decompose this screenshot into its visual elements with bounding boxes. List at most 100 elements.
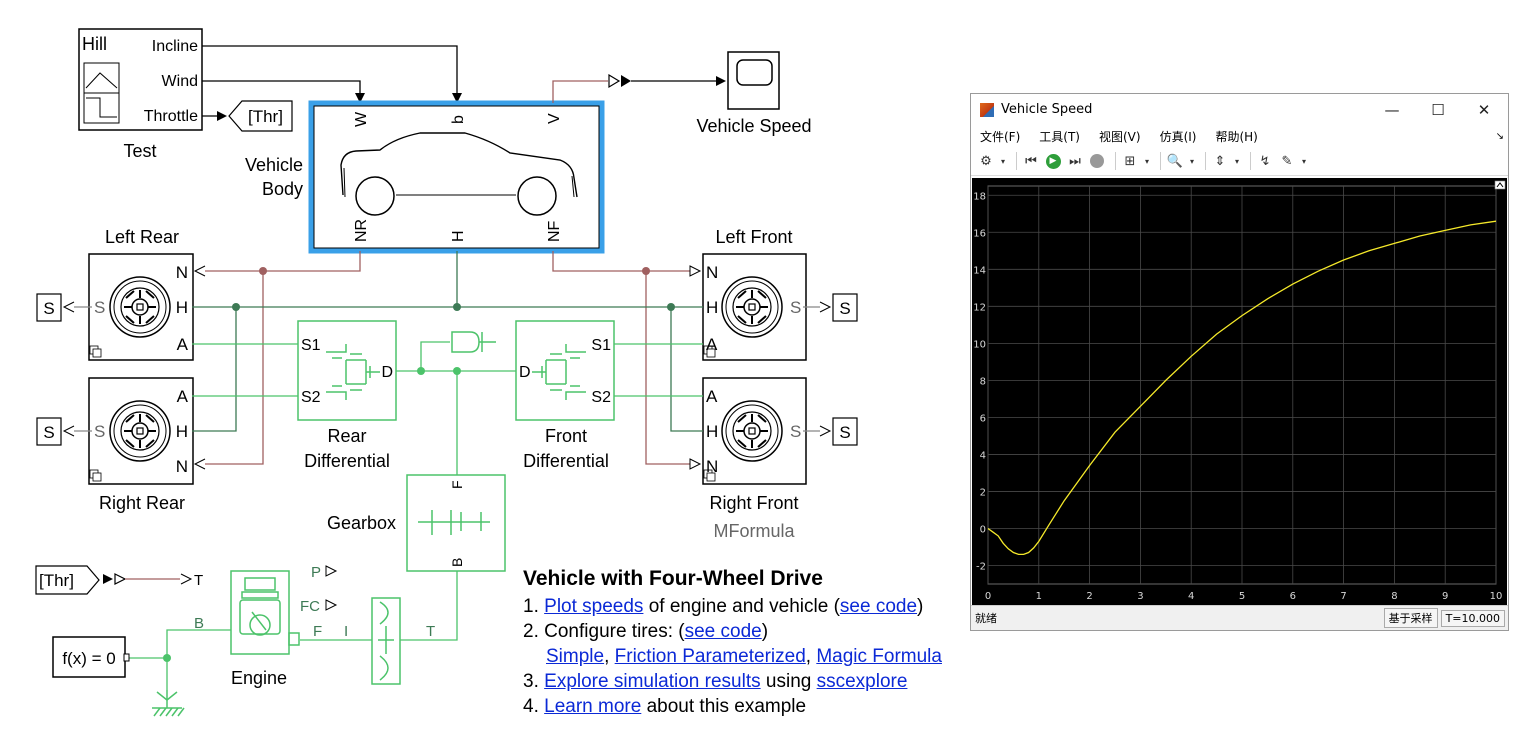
- run-icon[interactable]: ▶: [1044, 152, 1062, 170]
- solver-config-block[interactable]: f(x) = 0: [52, 636, 130, 678]
- scope-titlebar[interactable]: Vehicle Speed — ☐ ✕: [971, 94, 1508, 125]
- settings-gear-icon[interactable]: ⚙: [977, 152, 995, 170]
- clutch-block[interactable]: [371, 597, 401, 685]
- step-back-icon[interactable]: ⏮: [1022, 152, 1040, 170]
- info-line-2b: Simple, Friction Parameterized, Magic Fo…: [523, 644, 993, 669]
- friction-parameterized-link[interactable]: Friction Parameterized: [615, 646, 806, 667]
- example-title: Vehicle with Four-Wheel Drive: [523, 567, 823, 590]
- hill-test-block[interactable]: Hill Incline Wind Throttle Test: [78, 28, 205, 161]
- engine-port-t: T: [426, 623, 435, 640]
- port-wind: Wind: [162, 73, 198, 90]
- menu-simulation[interactable]: 仿真(I): [1160, 128, 1197, 145]
- engine-port-fc: FC: [300, 598, 320, 615]
- y-tick-label: 0: [980, 524, 986, 535]
- magic-formula-link[interactable]: Magic Formula: [816, 646, 942, 667]
- simple-link[interactable]: Simple: [546, 646, 604, 667]
- right-front-tire-block[interactable]: A H N S Right Front MFormula: [702, 377, 807, 541]
- sensor-s-lf[interactable]: S: [803, 293, 858, 322]
- menu-tools[interactable]: 工具(T): [1039, 128, 1080, 145]
- learn-more-link[interactable]: Learn more: [544, 696, 641, 717]
- dropdown-icon[interactable]: ▾: [1143, 152, 1151, 170]
- y-tick-label: 6: [980, 413, 986, 424]
- dropdown-icon[interactable]: ▾: [1233, 152, 1241, 170]
- vb-port-w: W: [353, 111, 370, 127]
- vehicle-body-block[interactable]: W b V NR H NF: [308, 100, 605, 254]
- minimize-button[interactable]: —: [1369, 94, 1415, 125]
- sensor-s-rr[interactable]: S: [36, 417, 92, 446]
- y-tick-label: 4: [980, 450, 986, 461]
- rr-port-h: H: [176, 422, 188, 441]
- x-tick-label: 7: [1340, 591, 1346, 602]
- info-line-4: 4. Learn more about this example: [523, 694, 993, 719]
- plot-speeds-link[interactable]: Plot speeds: [544, 596, 643, 617]
- text: of engine and vehicle (: [643, 596, 840, 617]
- rf-port-a: A: [706, 387, 718, 406]
- menu-overflow-icon[interactable]: ↘: [1496, 131, 1504, 142]
- from-thr-block[interactable]: [Thr] T: [35, 565, 203, 595]
- text: ): [917, 596, 924, 617]
- front-differential-block[interactable]: S1 S2 D: [515, 320, 615, 421]
- fd-port-s1: S1: [591, 337, 611, 354]
- status-ready: 就绪: [975, 612, 997, 625]
- vehicle-body-caption-line1: Vehicle: [245, 155, 303, 175]
- highlight-block-icon[interactable]: ⊞: [1121, 152, 1139, 170]
- maximize-button[interactable]: ☐: [1415, 94, 1461, 125]
- scope-caption: Vehicle Speed: [696, 116, 811, 136]
- vehicle-speed-scope-block[interactable]: Vehicle Speed: [696, 51, 812, 136]
- see-code-link-1[interactable]: see code: [840, 596, 917, 617]
- text: about this example: [641, 696, 807, 717]
- stop-icon[interactable]: [1088, 152, 1106, 170]
- goto-thr-block[interactable]: [Thr]: [202, 100, 293, 132]
- dropdown-icon[interactable]: ▾: [1300, 152, 1308, 170]
- zoom-in-icon[interactable]: 🔍: [1166, 152, 1184, 170]
- x-tick-label: 9: [1442, 591, 1448, 602]
- rear-differential-block[interactable]: S1 S2 D: [297, 320, 397, 421]
- left-rear-tire-block[interactable]: N H A S Left Rear: [88, 227, 194, 361]
- rr-port-a: A: [177, 387, 189, 406]
- x-tick-label: 4: [1188, 591, 1194, 602]
- right-rear-tire-block[interactable]: A H N S Right Rear: [88, 377, 194, 513]
- text: using: [760, 671, 817, 692]
- rear-diff-caption-2: Differential: [304, 451, 390, 471]
- normal-force-lines: [205, 251, 690, 465]
- dropdown-icon[interactable]: ▾: [999, 152, 1007, 170]
- sensor-s-lr[interactable]: S: [36, 293, 92, 322]
- menu-view[interactable]: 视图(V): [1099, 128, 1141, 145]
- x-tick-label: 3: [1137, 591, 1143, 602]
- expand-icon[interactable]: [1494, 180, 1506, 190]
- sep: ,: [805, 646, 817, 667]
- sensor-label: S: [43, 423, 54, 442]
- engine-block[interactable]: Engine: [230, 570, 300, 688]
- measurements-icon[interactable]: ✎: [1278, 152, 1296, 170]
- right-front-caption: Right Front: [709, 493, 798, 513]
- step-forward-icon[interactable]: ⏭: [1066, 152, 1084, 170]
- sensor-s-rf[interactable]: S: [803, 417, 858, 446]
- menu-file[interactable]: 文件(F): [980, 128, 1020, 145]
- scope-plot-area[interactable]: 0 1 2 3 4 5 6 7 8 9 10-2024681012141618: [972, 178, 1507, 606]
- scope-toolbar: ⚙ ▾ ⏮ ▶ ⏭ ⊞ ▾ 🔍 ▾ ⇕ ▾ ↯ ✎ ▾: [971, 147, 1508, 176]
- y-tick-label: -2: [976, 561, 986, 572]
- vb-port-b: b: [450, 115, 467, 124]
- y-tick-label: 10: [973, 339, 986, 350]
- y-tick-label: 2: [980, 487, 986, 498]
- see-code-link-2[interactable]: see code: [685, 621, 762, 642]
- engine-caption: Engine: [231, 668, 287, 688]
- matlab-logo-icon: [980, 102, 994, 117]
- close-button[interactable]: ✕: [1461, 94, 1507, 125]
- left-front-tire-block[interactable]: N H A S Left Front: [702, 227, 807, 361]
- explore-results-link[interactable]: Explore simulation results: [544, 671, 760, 692]
- lf-port-s: S: [790, 298, 801, 317]
- vb-port-nr: NR: [353, 219, 370, 242]
- status-sample-based: 基于采样: [1383, 608, 1438, 628]
- menu-help[interactable]: 帮助(H): [1215, 128, 1257, 145]
- scope-window[interactable]: Vehicle Speed — ☐ ✕ 文件(F) 工具(T) 视图(V) 仿真…: [970, 93, 1509, 631]
- sscexplore-link[interactable]: sscexplore: [817, 671, 908, 692]
- gearbox-block[interactable]: F B: [406, 474, 506, 572]
- status-time: T=10.000: [1440, 609, 1505, 627]
- num: 1.: [523, 596, 539, 617]
- y-tick-label: 14: [973, 265, 986, 276]
- dropdown-icon[interactable]: ▾: [1188, 152, 1196, 170]
- triggers-icon[interactable]: ↯: [1256, 152, 1274, 170]
- autoscale-icon[interactable]: ⇕: [1211, 152, 1229, 170]
- from-thr-label: [Thr]: [39, 571, 74, 590]
